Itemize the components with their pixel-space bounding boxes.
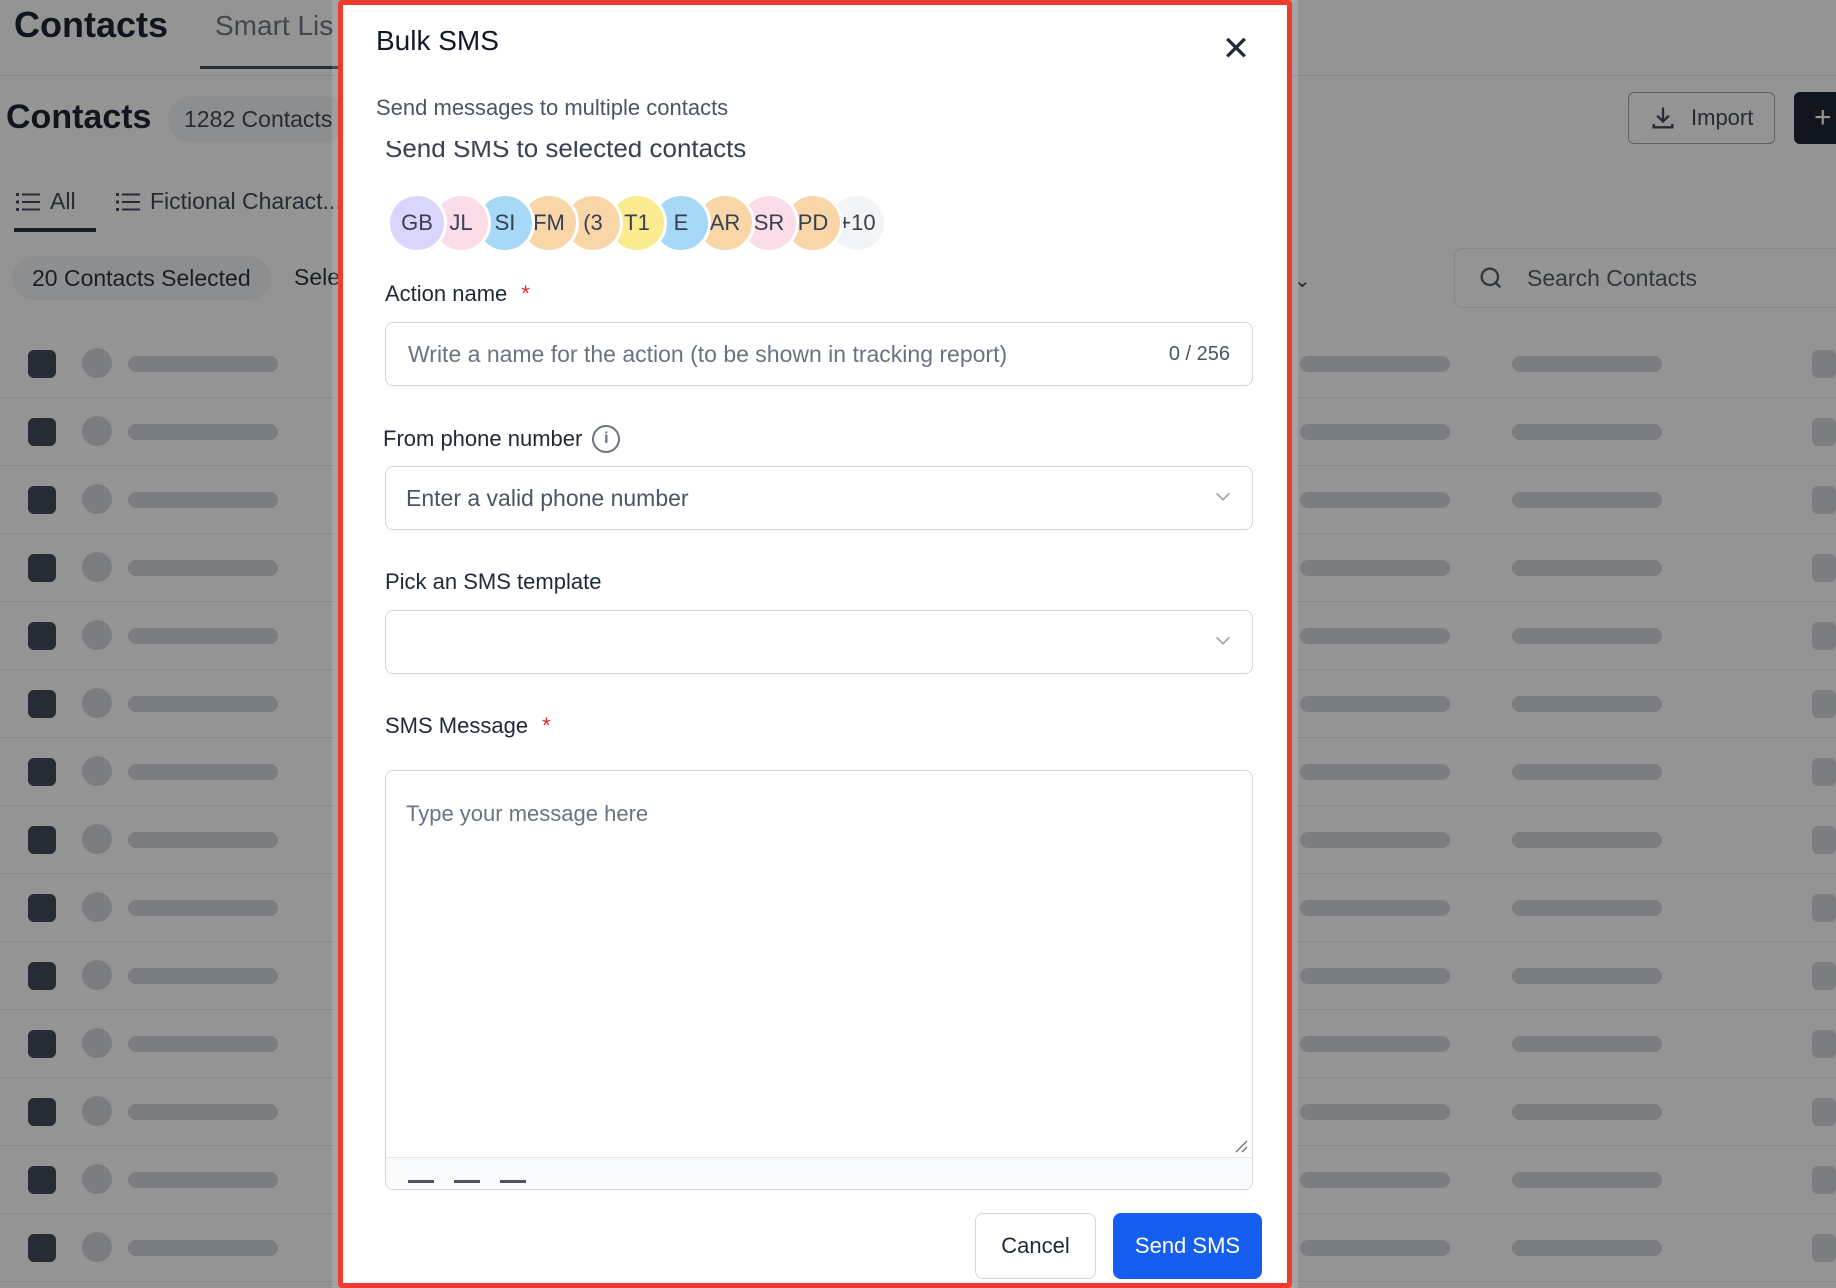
info-icon[interactable]: i [592,425,621,453]
message-toolbar [386,1157,1252,1189]
sms-message-label: SMS Message * [385,713,551,739]
chevron-down-icon [1215,636,1231,645]
sms-message-field [385,770,1253,1190]
sms-message-label-text: SMS Message [385,713,529,738]
toolbar-icon[interactable] [454,1180,480,1189]
toolbar-icon[interactable] [408,1180,434,1189]
dialog-title: Bulk SMS [376,25,499,56]
phone-number-select[interactable]: Enter a valid phone number [385,466,1253,530]
action-name-field: 0 / 256 [385,322,1253,386]
dialog-subtitle: Send messages to multiple contacts [376,95,729,120]
toolbar-icon[interactable] [500,1180,526,1189]
sms-template-select[interactable] [385,610,1253,674]
sms-message-textarea[interactable] [386,771,1252,1157]
selected-contacts-avatars: GB JL SI FM (3 T1 E AR SR PD +10 [387,193,887,253]
phone-number-label: From phone number i [383,425,621,453]
character-counter: 0 / 256 [1168,343,1230,365]
required-marker: * [521,281,530,306]
chevron-down-icon [1215,492,1231,501]
bulk-sms-dialog: Bulk SMS ✕ Send messages to multiple con… [338,0,1292,1288]
action-name-label: Action name * [385,281,530,307]
contact-avatar: GB [387,193,447,253]
phone-number-placeholder: Enter a valid phone number [406,485,689,511]
action-name-input[interactable] [408,323,1148,385]
sms-template-label: Pick an SMS template [385,569,601,595]
action-name-label-text: Action name [385,281,508,306]
send-sms-button[interactable]: Send SMS [1113,1213,1262,1279]
cancel-button[interactable]: Cancel [975,1213,1096,1279]
section-heading-selected-contacts: Send SMS to selected contacts [385,141,747,163]
close-icon[interactable]: ✕ [1216,29,1256,69]
required-marker: * [542,713,551,738]
phone-number-label-text: From phone number [383,426,583,451]
resize-handle-icon[interactable] [1232,1137,1248,1153]
sms-template-label-text: Pick an SMS template [385,569,602,594]
